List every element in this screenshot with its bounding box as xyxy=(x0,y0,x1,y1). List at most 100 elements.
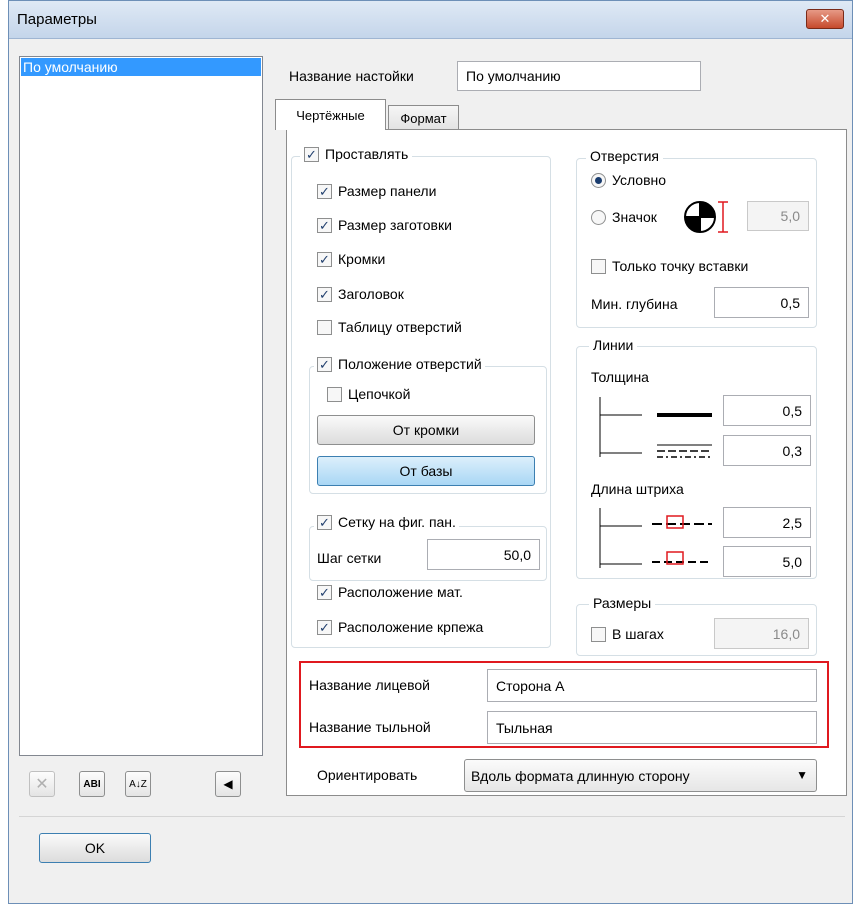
radio-unselected-icon xyxy=(591,209,606,225)
tab-format[interactable]: Формат xyxy=(388,105,459,130)
grid-step-value: 50,0 xyxy=(503,546,531,563)
front-name-input[interactable]: Сторона А xyxy=(487,669,817,702)
tab-drawing[interactable]: Чертёжные xyxy=(275,99,386,130)
presets-list[interactable]: По умолчанию xyxy=(19,56,263,756)
thin-line-input[interactable]: 0,3 xyxy=(723,435,811,466)
checkbox-label: Расположение мат. xyxy=(338,584,463,600)
orient-select[interactable]: Вдоль формата длинную сторону ▼ xyxy=(464,759,817,792)
checkbox-hole-position[interactable]: ✓ Положение отверстий xyxy=(314,356,485,372)
checkbox-in-steps[interactable]: В шагах xyxy=(591,626,664,642)
dash-length-label: Длина штриха xyxy=(591,481,684,497)
radio-label: Значок xyxy=(612,209,657,225)
checkbox-label: Размер заготовки xyxy=(338,217,452,233)
dash-length-icon xyxy=(599,508,712,568)
checkbox-header[interactable]: ✓ Заголовок xyxy=(317,286,404,302)
icon-size-input[interactable]: 5,0 xyxy=(747,201,809,231)
rename-icon: ABI xyxy=(83,778,101,790)
checkbox-unchecked-icon xyxy=(591,258,606,274)
checkbox-edges[interactable]: ✓ Кромки xyxy=(317,251,386,267)
checkbox-label: Сетку на фиг. пан. xyxy=(338,514,456,530)
close-icon: ✕ xyxy=(819,11,831,26)
dimensions-title: Размеры xyxy=(589,595,656,611)
radio-selected-icon xyxy=(591,172,606,188)
checkbox-panel-size[interactable]: ✓ Размер панели xyxy=(317,183,437,199)
sort-button[interactable]: A↓Z xyxy=(125,771,151,797)
in-steps-input[interactable]: 16,0 xyxy=(714,618,809,649)
rename-button[interactable]: ABI xyxy=(79,771,105,797)
dash-length-input-1[interactable]: 2,5 xyxy=(723,507,811,538)
button-label: От кромки xyxy=(392,422,460,438)
checkbox-material-layout[interactable]: ✓ Расположение мат. xyxy=(317,584,463,600)
back-name-label: Название тыльной xyxy=(309,719,431,735)
radio-conditional[interactable]: Условно xyxy=(591,172,667,188)
checkbox-checked-icon: ✓ xyxy=(317,286,332,302)
settings-name-label: Название настойки xyxy=(289,68,414,84)
front-name-label: Название лицевой xyxy=(309,677,430,693)
grid-step-input[interactable]: 50,0 xyxy=(427,539,540,570)
orient-value: Вдоль формата длинную сторону xyxy=(471,767,690,784)
checkbox-holes-table[interactable]: Таблицу отверстий xyxy=(317,319,462,335)
arrow-left-icon: ◀ xyxy=(223,777,233,791)
dash-length-value-2: 5,0 xyxy=(782,553,802,570)
checkbox-unchecked-icon xyxy=(317,319,332,335)
settings-name-input[interactable]: По умолчанию xyxy=(457,61,701,91)
from-edge-button[interactable]: От кромки xyxy=(317,415,535,445)
back-name-input[interactable]: Тыльная xyxy=(487,711,817,744)
checkbox-checked-icon: ✓ xyxy=(317,584,332,600)
checkbox-label: Положение отверстий xyxy=(338,356,482,372)
in-steps-value: 16,0 xyxy=(772,625,800,642)
min-depth-input[interactable]: 0,5 xyxy=(714,287,809,318)
dash-length-input-2[interactable]: 5,0 xyxy=(723,546,811,577)
thick-line-input[interactable]: 0,5 xyxy=(723,395,811,426)
thick-line-value: 0,5 xyxy=(782,402,802,419)
delete-button[interactable]: ✕ xyxy=(29,771,55,797)
chevron-down-icon: ▼ xyxy=(796,768,808,782)
close-button[interactable]: ✕ xyxy=(806,9,844,29)
place-checkbox[interactable]: ✓ Проставлять xyxy=(300,146,413,162)
icon-size-value: 5,0 xyxy=(780,208,800,224)
sort-icon: A↓Z xyxy=(129,778,147,790)
checkbox-chain[interactable]: Цепочкой xyxy=(327,386,411,402)
settings-name-value: По умолчанию xyxy=(466,68,561,84)
holes-title: Отверстия xyxy=(586,148,663,164)
window-title: Параметры xyxy=(17,11,97,28)
checkbox-label: Заголовок xyxy=(338,286,404,302)
title-bar: Параметры ✕ xyxy=(9,1,852,39)
min-depth-value: 0,5 xyxy=(780,294,800,311)
lines-title: Линии xyxy=(589,337,638,353)
checkbox-checked-icon: ✓ xyxy=(304,146,319,162)
dash-length-value-1: 2,5 xyxy=(782,514,802,531)
tab-format-label: Формат xyxy=(400,110,447,126)
radio-label: Условно xyxy=(612,172,667,188)
checkbox-checked-icon: ✓ xyxy=(317,356,332,372)
ok-button[interactable]: OK xyxy=(39,833,151,863)
thickness-label: Толщина xyxy=(591,369,649,385)
grid-step-label: Шаг сетки xyxy=(317,550,382,566)
checkbox-label: В шагах xyxy=(612,626,664,642)
ok-label: OK xyxy=(84,840,106,856)
checkbox-blank-size[interactable]: ✓ Размер заготовки xyxy=(317,217,452,233)
place-label: Проставлять xyxy=(325,146,409,162)
from-base-button[interactable]: От базы xyxy=(317,456,535,486)
hole-symbol-icon xyxy=(684,201,728,233)
checkbox-label: Цепочкой xyxy=(348,386,411,402)
checkbox-fastener-layout[interactable]: ✓ Расположение крпежа xyxy=(317,619,484,635)
checkbox-checked-icon: ✓ xyxy=(317,619,332,635)
checkbox-label: Только точку вставки xyxy=(612,258,749,274)
checkbox-label: Расположение крпежа xyxy=(338,619,484,635)
list-item[interactable]: По умолчанию xyxy=(21,58,261,76)
checkbox-unchecked-icon xyxy=(327,386,342,402)
checkbox-checked-icon: ✓ xyxy=(317,514,332,530)
checkbox-unchecked-icon xyxy=(591,626,606,642)
checkbox-label: Кромки xyxy=(338,251,386,267)
checkbox-checked-icon: ✓ xyxy=(317,183,332,199)
front-name-value: Сторона А xyxy=(496,677,565,694)
checkbox-insert-point[interactable]: Только точку вставки xyxy=(591,258,749,274)
back-button[interactable]: ◀ xyxy=(215,771,241,797)
delete-icon: ✕ xyxy=(35,776,49,793)
checkbox-grid[interactable]: ✓ Сетку на фиг. пан. xyxy=(314,514,459,530)
parameters-dialog: Параметры ✕ По умолчанию ✕ ABI A↓Z ◀ Наз… xyxy=(8,0,853,904)
checkbox-label: Размер панели xyxy=(338,183,437,199)
radio-icon[interactable]: Значок xyxy=(591,209,657,225)
button-label: От базы xyxy=(399,463,453,479)
